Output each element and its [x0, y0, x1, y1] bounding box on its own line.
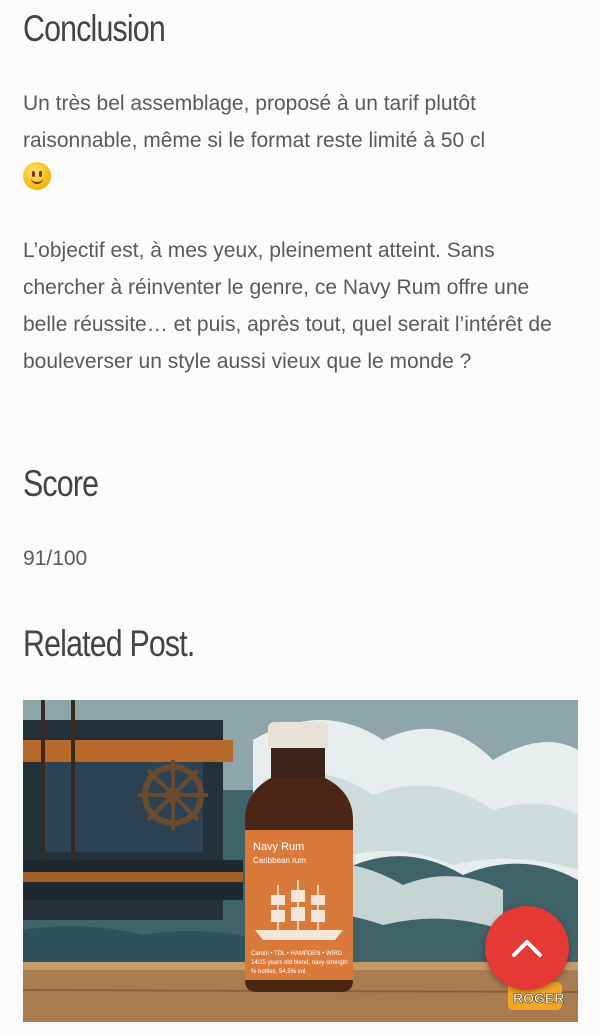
score-value: 91/100 [23, 547, 88, 570]
related-post-heading: Related Post. [23, 623, 195, 664]
score-heading: Score [23, 463, 99, 504]
scroll-to-top-button[interactable] [485, 906, 569, 990]
bottle-label-line3: % bottles, 54,5% vol. [251, 969, 307, 975]
bottle-label-line1: Caroni • TDL • HAMPDEN • WIRD [251, 951, 343, 957]
conclusion-text-2: L’objectif est, à mes yeux, pleinement a… [23, 239, 552, 373]
conclusion-heading: Conclusion [23, 8, 166, 49]
bottle-label-line2: 14/15 years old blend, navy strength [251, 960, 348, 966]
slightly-smiling-face-icon [23, 162, 51, 191]
conclusion-paragraph-1: Un très bel assemblage, proposé à un tar… [23, 85, 578, 196]
conclusion-text-1: Un très bel assemblage, proposé à un tar… [23, 92, 486, 152]
conclusion-paragraph-2: L’objectif est, à mes yeux, pleinement a… [23, 232, 578, 380]
bottle-label-title: Navy Rum [253, 841, 304, 853]
chevron-up-icon [512, 940, 542, 957]
watermark-logo: ROGER [513, 990, 564, 1006]
bottle-label-subtitle: Caribbean rum [253, 856, 306, 865]
